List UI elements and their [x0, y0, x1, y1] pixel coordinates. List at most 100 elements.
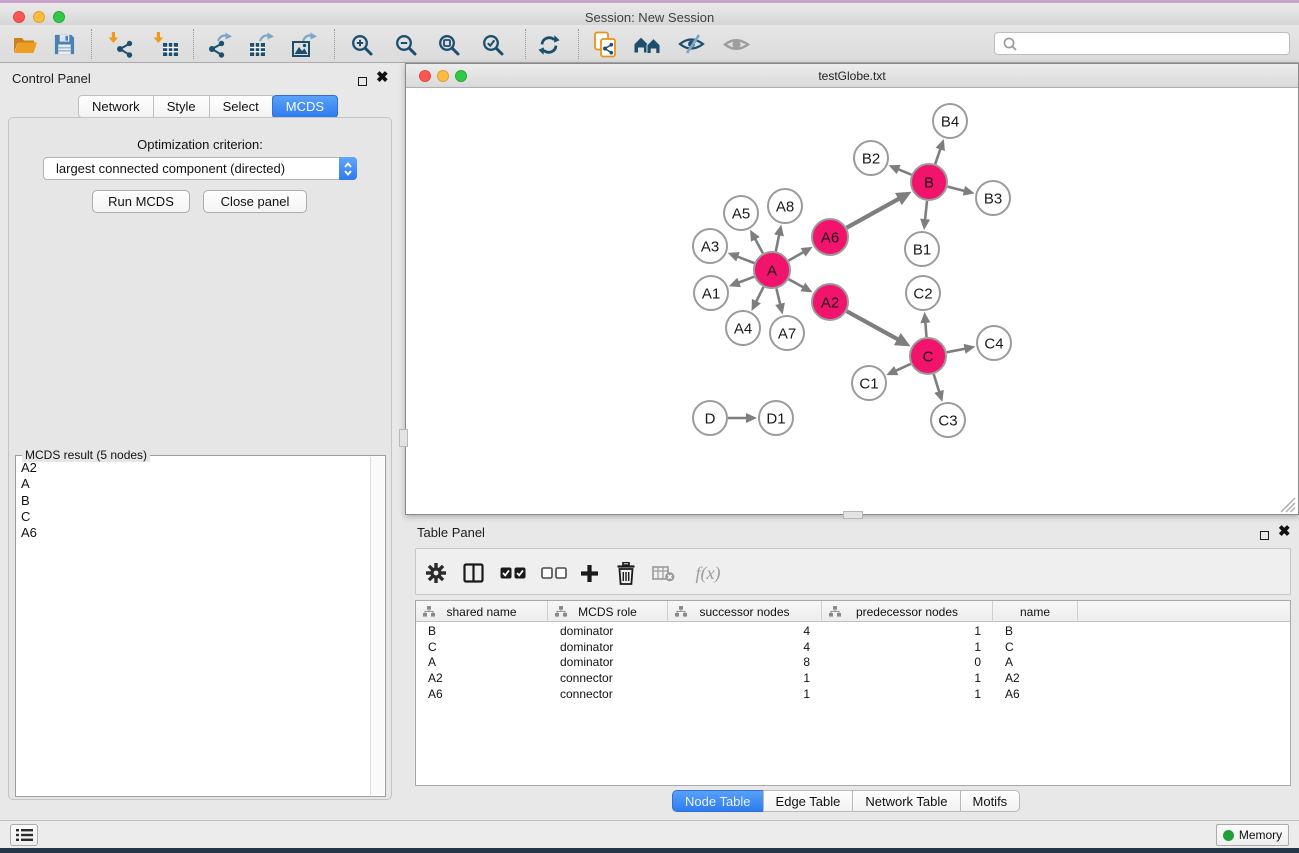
memory-button[interactable]: Memory — [1216, 824, 1289, 846]
export-table-button[interactable] — [244, 31, 278, 58]
graph-edge-A-A3[interactable] — [737, 256, 754, 263]
graph-edge-A-A6[interactable] — [789, 252, 804, 261]
graph-edge-A-A5[interactable] — [755, 238, 763, 253]
graph-arrowhead — [963, 186, 975, 196]
column-header-predecessor-nodes[interactable]: predecessor nodes — [822, 601, 993, 622]
mcds-result-item[interactable]: A6 — [21, 525, 369, 541]
add-row-button[interactable] — [573, 558, 605, 588]
tab-select[interactable]: Select — [209, 95, 273, 118]
import-network-button[interactable] — [104, 31, 138, 58]
graph-arrowhead — [775, 303, 785, 315]
graph-edge-A-A2[interactable] — [789, 279, 804, 287]
network-window-titlebar[interactable]: testGlobe.txt — [406, 64, 1298, 88]
task-history-button[interactable] — [10, 824, 38, 846]
control-panel-close-icon[interactable]: ✖ — [376, 73, 389, 83]
table-row[interactable]: Adominator80A — [416, 654, 1290, 670]
delete-rows-button[interactable] — [610, 558, 642, 588]
tab-motifs[interactable]: Motifs — [960, 790, 1021, 812]
criterion-dropdown[interactable]: largest connected component (directed) — [43, 157, 357, 180]
table-row[interactable]: Bdominator41B — [416, 623, 1290, 639]
column-header-successor-nodes[interactable]: successor nodes — [668, 601, 822, 622]
control-panel-float-icon[interactable] — [358, 73, 367, 91]
table-tabs: Node TableEdge TableNetwork TableMotifs — [672, 790, 1020, 812]
column-header-name[interactable]: name — [993, 601, 1078, 622]
graph-edge-C-C3[interactable] — [934, 374, 940, 392]
mcds-result-scrollbar[interactable] — [370, 457, 384, 795]
mcds-result-item[interactable]: B — [21, 493, 369, 509]
mcds-result-list[interactable]: A2ABCA6 — [18, 460, 369, 794]
canvas-resize-grip[interactable] — [1291, 508, 1296, 513]
show-panels-button[interactable] — [719, 31, 753, 58]
tab-network-table[interactable]: Network Table — [852, 790, 960, 812]
graph-edge-A-A7[interactable] — [776, 288, 780, 304]
table-cell: A2 — [993, 671, 1078, 685]
graph-edge-A2-C[interactable] — [847, 311, 899, 339]
tab-mcds[interactable]: MCDS — [272, 95, 338, 118]
tab-network[interactable]: Network — [78, 95, 154, 118]
control-panel-title: Control Panel — [12, 71, 91, 86]
table-settings-button[interactable] — [420, 558, 452, 588]
table-row[interactable]: A2connector11A2 — [416, 670, 1290, 686]
graph-edge-B-B2[interactable] — [898, 169, 912, 175]
refresh-button[interactable] — [532, 31, 566, 58]
zoom-in-button[interactable] — [345, 31, 379, 58]
graph-node-label: C3 — [938, 413, 957, 430]
graph-arrowhead — [936, 139, 945, 151]
select-all-checkboxes-button[interactable] — [497, 558, 529, 588]
table-cell: A — [416, 655, 548, 669]
graph-edge-C-C1[interactable] — [895, 364, 910, 371]
search-input[interactable] — [1023, 33, 1289, 54]
mcds-result-item[interactable]: C — [21, 509, 369, 525]
search-field[interactable] — [994, 32, 1290, 55]
columns-icon — [463, 563, 484, 583]
import-table-button[interactable] — [149, 31, 183, 58]
graph-edge-A-A1[interactable] — [738, 277, 754, 283]
left-splitter-grip[interactable] — [399, 429, 408, 447]
mcds-result-item[interactable]: A2 — [21, 460, 369, 476]
table-panel-close-icon[interactable]: ✖ — [1278, 527, 1291, 537]
graph-edge-B-B3[interactable] — [947, 187, 964, 191]
hide-panels-button[interactable] — [674, 31, 708, 58]
bottom-splitter-grip[interactable] — [843, 511, 863, 519]
deselect-all-checkboxes-button[interactable] — [538, 558, 570, 588]
mcds-result-item[interactable]: A — [21, 476, 369, 492]
houses-icon — [633, 34, 663, 55]
graph-edge-B-B4[interactable] — [935, 148, 940, 164]
table-columns-button[interactable] — [457, 558, 489, 588]
table-cell: 1 — [668, 671, 822, 685]
graph-arrowhead — [920, 312, 930, 323]
save-session-button[interactable] — [47, 31, 81, 58]
column-header-shared-name[interactable]: shared name — [416, 601, 548, 622]
tab-node-table[interactable]: Node Table — [672, 790, 764, 812]
table-panel-float-icon[interactable] — [1260, 527, 1269, 545]
graph-arrowhead — [746, 413, 757, 423]
canvas-resize-grip[interactable] — [1286, 503, 1295, 512]
tab-edge-table[interactable]: Edge Table — [763, 790, 854, 812]
graph-edge-A6-B[interactable] — [847, 199, 900, 228]
graph-edge-C-C4[interactable] — [947, 349, 966, 353]
graph-edge-C-C2[interactable] — [925, 322, 926, 337]
table-cell: A6 — [416, 687, 548, 701]
open-file-button[interactable] — [8, 31, 42, 58]
export-image-button[interactable] — [287, 31, 321, 58]
table-row[interactable]: Cdominator41C — [416, 639, 1290, 655]
tab-style[interactable]: Style — [153, 95, 210, 118]
table-cell: 1 — [668, 687, 822, 701]
zoom-fit-button[interactable] — [432, 31, 466, 58]
zoom-selected-button[interactable] — [476, 31, 510, 58]
duplicate-network-button[interactable] — [588, 31, 622, 58]
table-row[interactable]: A6connector11A6 — [416, 686, 1290, 702]
show-all-networks-button[interactable] — [631, 31, 665, 58]
close-panel-button[interactable]: Close panel — [203, 190, 307, 213]
graph-edge-A-A4[interactable] — [756, 287, 764, 302]
graph-edge-B-B1[interactable] — [925, 201, 927, 220]
column-header-MCDS-role[interactable]: MCDS role — [548, 601, 668, 622]
export-network-button[interactable] — [202, 31, 236, 58]
network-graph-canvas[interactable]: B4B2BB3A5A8A6A3B1AA1C2A2A4A7CC4C1C3DD1 — [407, 88, 1297, 514]
graph-node-label: A4 — [734, 321, 752, 338]
graph-edge-A-A8[interactable] — [776, 234, 779, 251]
zoom-out-button[interactable] — [389, 31, 423, 58]
graph-node-label: A1 — [702, 286, 720, 303]
run-mcds-button[interactable]: Run MCDS — [92, 190, 190, 213]
column-type-icon — [829, 606, 841, 617]
